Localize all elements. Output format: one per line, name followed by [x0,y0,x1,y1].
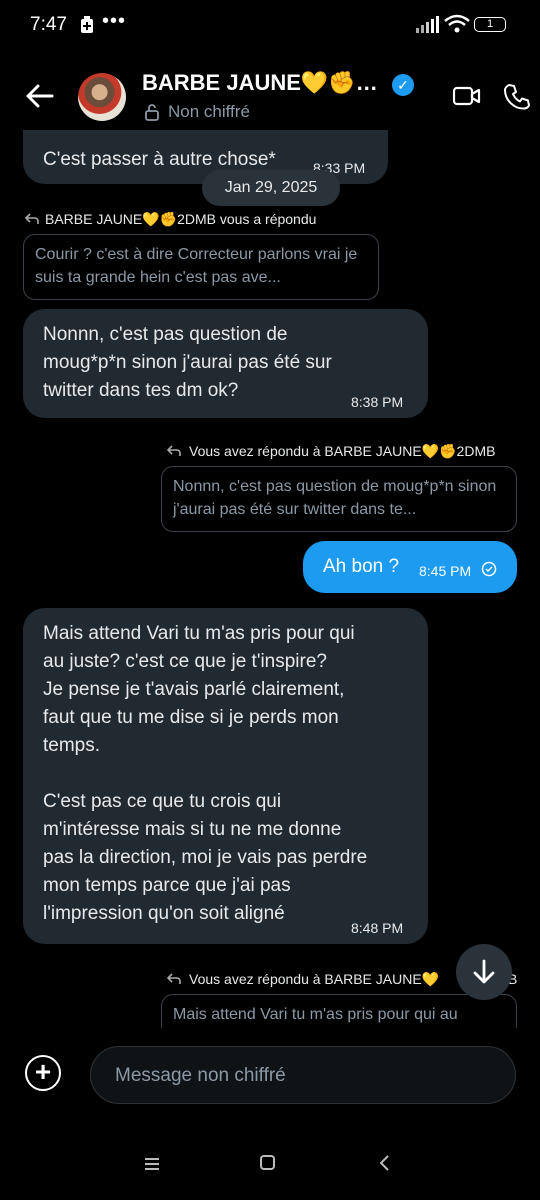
notification-icon [80,16,94,38]
message-line: temps. [43,735,101,756]
message-bubble[interactable]: Mais attend Vari tu m'as pris pour qui a… [23,608,428,944]
back-button[interactable] [22,80,58,112]
battery-icon: 1 [474,17,506,32]
back-nav-icon[interactable] [378,1152,392,1178]
message-line: moug*p*n sinon j'aurai pas été sur [43,352,332,373]
home-icon[interactable] [259,1152,277,1178]
battery-level: 1 [486,18,494,30]
reply-label: BARBE JAUNE💛✊2DMB vous a répondu [45,211,317,227]
message-line: m'intéresse mais si tu ne me donne [43,819,342,840]
more-dots-icon: ••• [102,10,127,32]
reply-arrow-icon [166,444,182,463]
message-line: Mais attend Vari tu m'as pris pour qui [43,623,355,644]
message-text: Ah bon ? [323,556,400,577]
message-line: Je pense je t'avais parlé clairement, [43,679,345,700]
signal-icon [414,16,440,39]
message-line: Nonnn, c'est pas question de [43,324,288,345]
contact-name[interactable]: BARBE JAUNE💛✊… [142,70,378,96]
add-attachment-button[interactable]: + [25,1055,61,1091]
encryption-status: Non chiffré [168,102,250,121]
message-time: 8:48 PM [351,920,404,936]
phone-call-button[interactable] [502,82,532,117]
status-time: 7:47 [30,14,67,35]
wifi-icon [444,14,470,39]
message-input[interactable] [113,1064,497,1088]
message-line: C'est pas ce que tu crois qui [43,791,282,812]
recent-apps-icon[interactable] [143,1152,161,1178]
message-composer [90,1046,516,1104]
reply-label: Vous avez répondu à BARBE JAUNE💛✊2DMB [189,443,496,459]
reply-arrow-icon [24,212,40,231]
message-line: mon temps parce que j'ai pas [43,875,291,896]
scroll-to-bottom-button[interactable] [456,944,512,1000]
message-line: pas la direction, moi je vais pas perdre [43,847,368,868]
video-call-button[interactable] [452,84,482,113]
lock-icon [144,103,160,126]
quoted-message[interactable]: Nonnn, c'est pas question de moug*p*n si… [161,466,517,532]
verified-badge-icon: ✓ [392,74,414,96]
message-bubble[interactable]: Nonnn, c'est pas question de moug*p*n si… [23,309,428,418]
message-line: faut que tu me dise si je perds mon [43,707,339,728]
sent-check-icon [481,561,497,583]
message-time: 8:45 PM [419,563,472,579]
message-bubble-outgoing[interactable]: Ah bon ? 8:45 PM [303,541,517,593]
message-line: au juste? c'est ce que je t'inspire? [43,651,327,672]
quoted-message[interactable]: Mais attend Vari tu m'as pris pour qui a… [161,994,517,1028]
avatar[interactable] [78,73,126,121]
message-time: 8:38 PM [351,394,404,410]
quoted-message[interactable]: Courir ? c'est à dire Correcteur parlons… [23,234,379,300]
reply-label: Vous avez répondu à BARBE JAUNE💛 [189,971,440,987]
date-separator: Jan 29, 2025 [202,170,340,206]
reply-arrow-icon [166,972,182,991]
arrow-down-icon [473,959,495,984]
